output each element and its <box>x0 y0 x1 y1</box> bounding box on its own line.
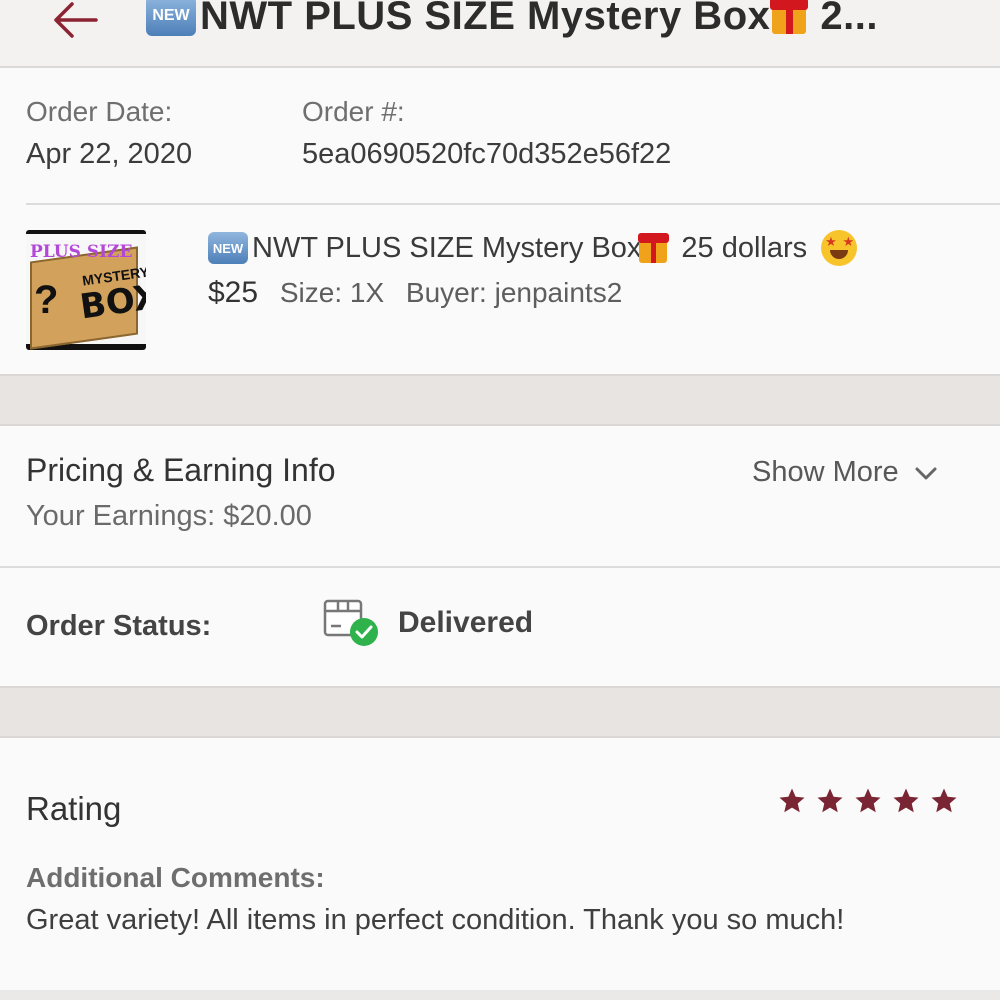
divider <box>0 566 1000 568</box>
show-more-button[interactable]: Show More <box>752 456 939 489</box>
star-icon <box>779 788 805 813</box>
star-rating <box>776 786 960 816</box>
section-separator <box>0 686 1000 738</box>
star-struck-emoji-icon <box>821 230 858 266</box>
item-thumbnail[interactable]: PLUS SIZE ? MYSTERY BOX <box>26 230 146 350</box>
order-status-value: Delivered <box>398 606 534 639</box>
gift-icon <box>770 0 809 34</box>
thumbnail-question-mark: ? <box>34 278 59 322</box>
star-icon <box>855 788 881 813</box>
new-badge-icon: NEW <box>146 0 196 36</box>
back-arrow-icon[interactable] <box>50 0 102 46</box>
item-buyer[interactable]: Buyer: jenpaints2 <box>406 277 622 308</box>
divider <box>26 203 1000 205</box>
item-title[interactable]: NEW NWT PLUS SIZE Mystery Box 25 dollars <box>208 230 858 266</box>
page-title: NEW NWT PLUS SIZE Mystery Box 2... <box>146 0 986 46</box>
rating-title: Rating <box>26 790 122 827</box>
star-icon <box>893 788 919 813</box>
title-suffix: 2... <box>820 0 878 38</box>
order-date-value: Apr 22, 2020 <box>26 138 193 170</box>
section-separator <box>0 374 1000 426</box>
order-status-label: Order Status: <box>26 610 212 642</box>
item-meta: $25 Size: 1X Buyer: jenpaints2 <box>208 276 636 310</box>
your-earnings: Your Earnings: $20.00 <box>26 500 312 532</box>
title-text: NWT PLUS SIZE Mystery Box <box>200 0 771 38</box>
order-number-label: Order #: <box>302 96 405 127</box>
pricing-title: Pricing & Earning Info <box>26 452 336 488</box>
item-price: $25 <box>208 276 259 309</box>
item-title-text: NWT PLUS SIZE Mystery Box <box>252 231 642 264</box>
gift-icon <box>637 233 670 263</box>
additional-comments-text: Great variety! All items in perfect cond… <box>26 904 845 936</box>
order-number-value: 5ea0690520fc70d352e56f22 <box>302 138 672 170</box>
package-delivered-icon <box>323 599 378 646</box>
new-badge-icon: NEW <box>208 232 248 264</box>
bottom-edge <box>0 990 1000 1000</box>
item-size: Size: 1X <box>279 277 385 308</box>
chevron-down-icon <box>915 467 937 479</box>
star-icon <box>817 788 843 813</box>
star-icon <box>931 788 957 813</box>
show-more-label: Show More <box>752 456 899 488</box>
order-date-label: Order Date: <box>26 96 173 127</box>
top-bar: NEW NWT PLUS SIZE Mystery Box 2... <box>0 0 1000 68</box>
additional-comments-label: Additional Comments: <box>26 862 325 893</box>
item-title-tail: 25 dollars <box>681 231 808 264</box>
thumbnail-label: PLUS SIZE <box>30 242 133 262</box>
